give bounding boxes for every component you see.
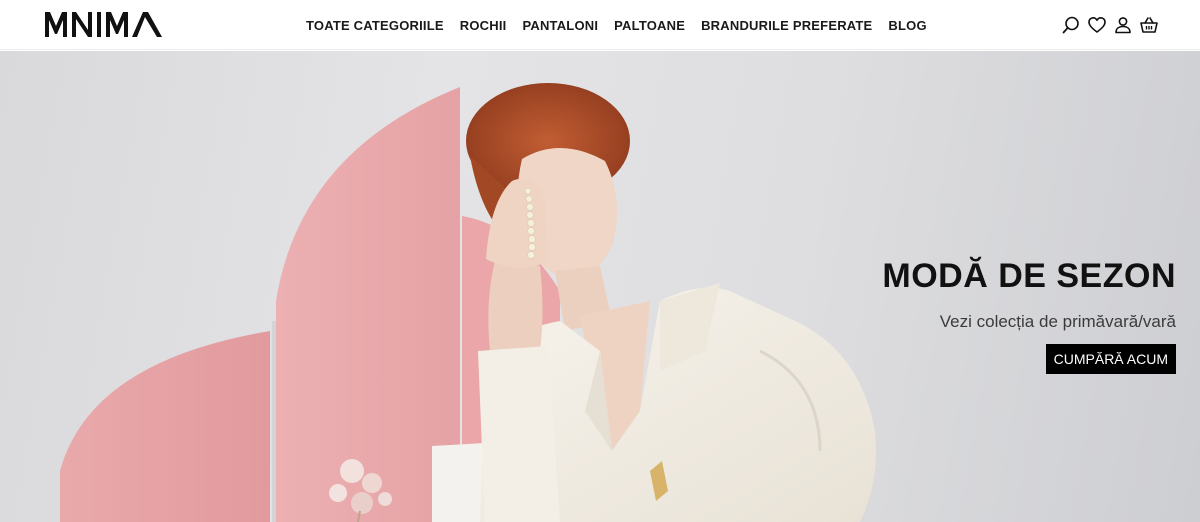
- hero-content: MODĂ DE SEZON Vezi colecția de primăvară…: [756, 256, 1176, 374]
- search-icon[interactable]: [1062, 16, 1080, 34]
- user-icon[interactable]: [1114, 16, 1132, 34]
- site-header: TOATE CATEGORIILE ROCHII PANTALONI PALTO…: [0, 0, 1200, 50]
- cart-icon[interactable]: [1140, 16, 1158, 34]
- nav-item-blog[interactable]: BLOG: [888, 18, 926, 33]
- nav-item-paltoane[interactable]: PALTOANE: [614, 18, 685, 33]
- nav-item-toate-categoriile[interactable]: TOATE CATEGORIILE: [306, 18, 444, 33]
- heart-icon[interactable]: [1088, 16, 1106, 34]
- hero-banner[interactable]: MODĂ DE SEZON Vezi colecția de primăvară…: [0, 51, 1200, 522]
- arm: [488, 261, 543, 351]
- hero-title: MODĂ DE SEZON: [882, 257, 1176, 295]
- nav-item-pantaloni[interactable]: PANTALONI: [522, 18, 598, 33]
- main-nav: TOATE CATEGORIILE ROCHII PANTALONI PALTO…: [306, 0, 927, 50]
- pink-panel-left: [60, 331, 270, 522]
- shop-now-button[interactable]: CUMPĂRĂ ACUM: [1045, 344, 1176, 374]
- nav-item-rochii[interactable]: ROCHII: [460, 18, 507, 33]
- nav-item-brandurile-preferate[interactable]: BRANDURILE PREFERATE: [701, 18, 872, 33]
- brand-logo[interactable]: [44, 10, 164, 38]
- logo-mark: [45, 12, 162, 37]
- hero-subtitle: Vezi colecția de primăvară/vară: [939, 312, 1176, 331]
- header-icons: [1062, 14, 1158, 36]
